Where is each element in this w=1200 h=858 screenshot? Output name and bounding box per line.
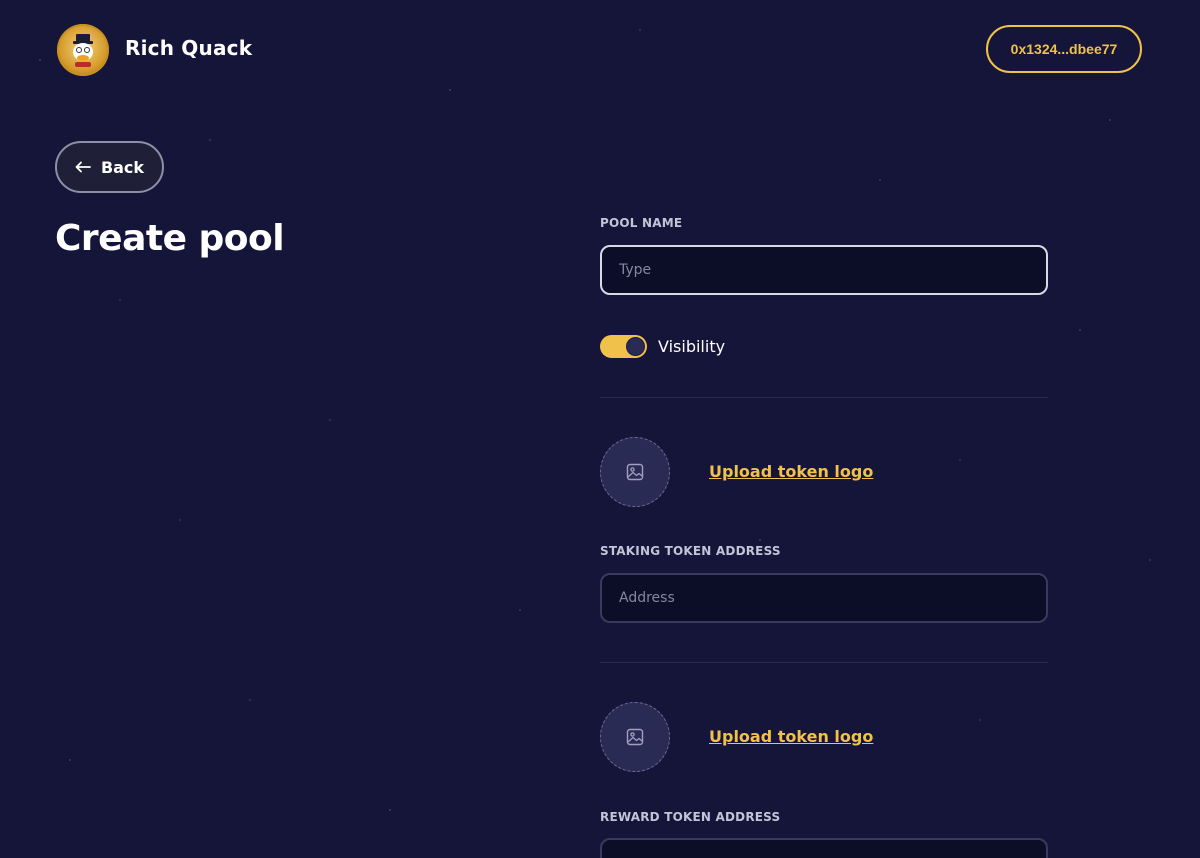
wallet-address-button[interactable]: 0x1324...dbee77 [986, 25, 1142, 73]
duck-mascot-icon [73, 34, 93, 67]
staking-token-address-label: STAKING TOKEN ADDRESS [600, 544, 781, 558]
upload-reward-token-logo-link[interactable]: Upload token logo [709, 727, 873, 746]
toggle-knob [626, 337, 645, 356]
back-button[interactable]: Back [55, 141, 164, 193]
pool-name-label: POOL NAME [600, 216, 683, 230]
arrow-left-icon [75, 161, 91, 173]
image-icon [626, 463, 644, 481]
visibility-toggle[interactable] [600, 335, 647, 358]
reward-token-address-input[interactable] [600, 838, 1048, 858]
section-divider [600, 662, 1048, 663]
section-divider [600, 397, 1048, 398]
visibility-label: Visibility [658, 337, 726, 356]
rich-quack-logo[interactable] [57, 24, 109, 76]
back-button-label: Back [100, 157, 145, 177]
page-title: Create pool [55, 218, 285, 259]
reward-token-logo-upload[interactable] [600, 702, 670, 772]
staking-token-address-input[interactable] [600, 573, 1048, 623]
staking-token-logo-upload[interactable] [600, 437, 670, 507]
pool-name-input[interactable] [600, 245, 1048, 295]
upload-staking-token-logo-link[interactable]: Upload token logo [709, 462, 873, 481]
image-icon [626, 728, 644, 746]
reward-token-address-label: REWARD TOKEN ADDRESS [600, 810, 781, 824]
brand-name: Rich Quack [125, 36, 253, 60]
